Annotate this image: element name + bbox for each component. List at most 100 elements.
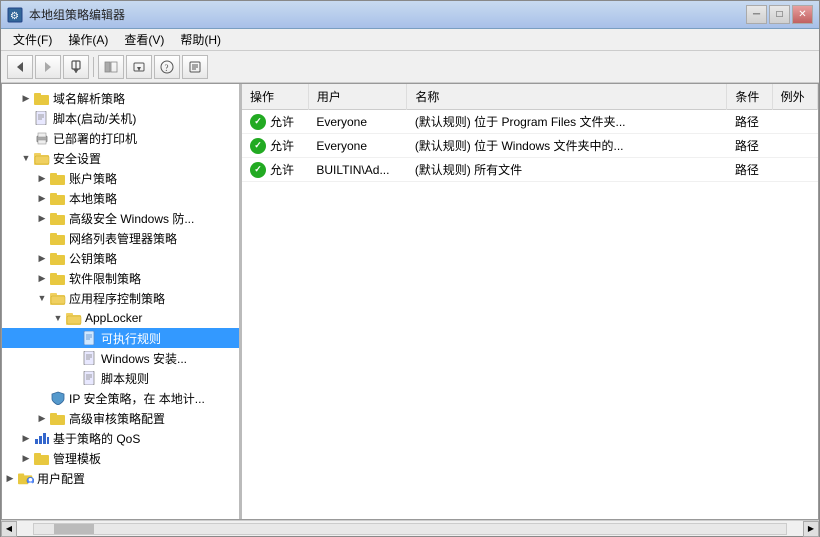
tree-item-account[interactable]: ▶ 账户策略	[2, 168, 239, 188]
status-icon: ✓	[250, 138, 266, 154]
cell-action: ✓ 允许	[242, 134, 308, 158]
toggle-audit[interactable]: ▶	[34, 408, 50, 428]
cell-action: ✓ 允许	[242, 158, 308, 182]
tree-item-qos[interactable]: ▶ 基于策略的 QoS	[2, 428, 239, 448]
label-printers: 已部署的打印机	[53, 130, 137, 147]
cell-condition: 路径	[727, 134, 772, 158]
scroll-track[interactable]	[33, 523, 787, 535]
folder-icon-local	[50, 190, 66, 206]
tree-panel[interactable]: ▶ 域名解析策略 ▶	[2, 84, 242, 519]
toggle-applocker-parent[interactable]: ▼	[34, 288, 50, 308]
cell-name: (默认规则) 所有文件	[407, 158, 727, 182]
table-row[interactable]: ✓ 允许 BUILTIN\Ad...(默认规则) 所有文件路径	[242, 158, 818, 182]
tree-item-netlist[interactable]: ▶ 网络列表管理器策略	[2, 228, 239, 248]
scroll-right-button[interactable]: ▶	[803, 521, 819, 537]
tree-item-security[interactable]: ▼ 安全设置	[2, 148, 239, 168]
tree-item-admtemplates[interactable]: ▶ 管理模板	[2, 448, 239, 468]
up-button[interactable]	[63, 55, 89, 79]
tree-item-userconfig[interactable]: ▶ 用户配置	[2, 468, 239, 488]
scroll-left-button[interactable]: ◀	[1, 521, 17, 537]
toggle-pubkey[interactable]: ▶	[34, 248, 50, 268]
table-row[interactable]: ✓ 允许 Everyone(默认规则) 位于 Windows 文件夹中的...路…	[242, 134, 818, 158]
back-button[interactable]	[7, 55, 33, 79]
cell-user: Everyone	[308, 134, 407, 158]
col-header-action[interactable]: 操作	[242, 84, 308, 110]
tree-item-exe-rules[interactable]: ▶ 可执行规则	[2, 328, 239, 348]
toggle-dns[interactable]: ▶	[18, 88, 34, 108]
close-button[interactable]: ✕	[792, 5, 813, 24]
msi-rules-icon	[82, 350, 98, 366]
action-label: 允许	[270, 161, 294, 178]
tree-item-msi-rules[interactable]: ▶ Windows 安装...	[2, 348, 239, 368]
toggle-userconfig[interactable]: ▶	[2, 468, 18, 488]
menu-file[interactable]: 文件(F)	[5, 29, 60, 50]
tree-item-script-rules[interactable]: ▶ 脚本规则	[2, 368, 239, 388]
col-header-condition[interactable]: 条件	[727, 84, 772, 110]
toggle-security[interactable]: ▼	[18, 148, 34, 168]
folder-icon-dns	[34, 90, 50, 106]
properties-button[interactable]	[182, 55, 208, 79]
menubar: 文件(F) 操作(A) 查看(V) 帮助(H)	[1, 29, 819, 51]
tree-item-local[interactable]: ▶ 本地策略	[2, 188, 239, 208]
horizontal-scrollbar[interactable]: ◀ ▶	[1, 520, 819, 536]
menu-help[interactable]: 帮助(H)	[172, 29, 229, 50]
status-icon: ✓	[250, 162, 266, 178]
minimize-button[interactable]: ─	[746, 5, 767, 24]
forward-button[interactable]	[35, 55, 61, 79]
app-icon: ⚙	[7, 7, 23, 23]
tree-item-audit[interactable]: ▶ 高级审核策略配置	[2, 408, 239, 428]
tree-item-dns[interactable]: ▶ 域名解析策略	[2, 88, 239, 108]
export-button[interactable]	[126, 55, 152, 79]
table-row[interactable]: ✓ 允许 Everyone(默认规则) 位于 Program Files 文件夹…	[242, 110, 818, 134]
detail-panel: 操作 用户 名称 条件 例外 ✓ 允许 Everyone(默认规则) 位于 Pr…	[242, 84, 818, 519]
tree-item-applocker-parent[interactable]: ▼ 应用程序控制策略	[2, 288, 239, 308]
titlebar: ⚙ 本地组策略编辑器 ─ □ ✕	[1, 1, 819, 29]
label-local: 本地策略	[69, 190, 117, 207]
script-rules-icon	[82, 370, 98, 386]
menu-view[interactable]: 查看(V)	[116, 29, 172, 50]
toggle-srp[interactable]: ▶	[34, 268, 50, 288]
toggle-account[interactable]: ▶	[34, 168, 50, 188]
col-header-exception[interactable]: 例外	[772, 84, 817, 110]
tree-item-scripts[interactable]: ▶ 脚本(启动/关机)	[2, 108, 239, 128]
label-netlist: 网络列表管理器策略	[69, 230, 177, 247]
toggle-admtemplates[interactable]: ▶	[18, 448, 34, 468]
col-header-name[interactable]: 名称	[407, 84, 727, 110]
toggle-local[interactable]: ▶	[34, 188, 50, 208]
label-exe-rules: 可执行规则	[101, 330, 161, 347]
toolbar-sep-1	[93, 57, 94, 77]
tree-item-applocker[interactable]: ▼ AppLocker	[2, 308, 239, 328]
label-pubkey: 公钥策略	[69, 250, 117, 267]
label-dns: 域名解析策略	[53, 90, 125, 107]
maximize-button[interactable]: □	[769, 5, 790, 24]
toggle-applocker[interactable]: ▼	[50, 308, 66, 328]
show-hide-button[interactable]	[98, 55, 124, 79]
applocker-icon	[66, 310, 82, 326]
label-security: 安全设置	[53, 150, 101, 167]
toggle-qos[interactable]: ▶	[18, 428, 34, 448]
menu-action[interactable]: 操作(A)	[60, 29, 116, 50]
tree-item-printers[interactable]: ▶ 已部署的打印机	[2, 128, 239, 148]
window-controls: ─ □ ✕	[746, 5, 813, 24]
label-scripts: 脚本(启动/关机)	[53, 110, 136, 127]
col-header-user[interactable]: 用户	[308, 84, 407, 110]
folder-icon-srp	[50, 270, 66, 286]
cell-name: (默认规则) 位于 Windows 文件夹中的...	[407, 134, 727, 158]
tree-item-srp[interactable]: ▶ 软件限制策略	[2, 268, 239, 288]
label-ipsec: IP 安全策略，在 本地计...	[69, 390, 205, 407]
toggle-firewall[interactable]: ▶	[34, 208, 50, 228]
cell-user: BUILTIN\Ad...	[308, 158, 407, 182]
cell-name: (默认规则) 位于 Program Files 文件夹...	[407, 110, 727, 134]
tree-item-ipsec[interactable]: ▶ IP 安全策略，在 本地计...	[2, 388, 239, 408]
cell-exception	[772, 110, 817, 134]
folder-icon-account	[50, 170, 66, 186]
cell-condition: 路径	[727, 158, 772, 182]
tree-item-firewall[interactable]: ▶ 高级安全 Windows 防...	[2, 208, 239, 228]
scroll-thumb[interactable]	[54, 524, 94, 534]
help-button[interactable]: ?	[154, 55, 180, 79]
folder-icon-pubkey	[50, 250, 66, 266]
printer-icon	[34, 130, 50, 146]
label-script-rules: 脚本规则	[101, 370, 149, 387]
tree-item-pubkey[interactable]: ▶ 公钥策略	[2, 248, 239, 268]
folder-icon-netlist	[50, 230, 66, 246]
